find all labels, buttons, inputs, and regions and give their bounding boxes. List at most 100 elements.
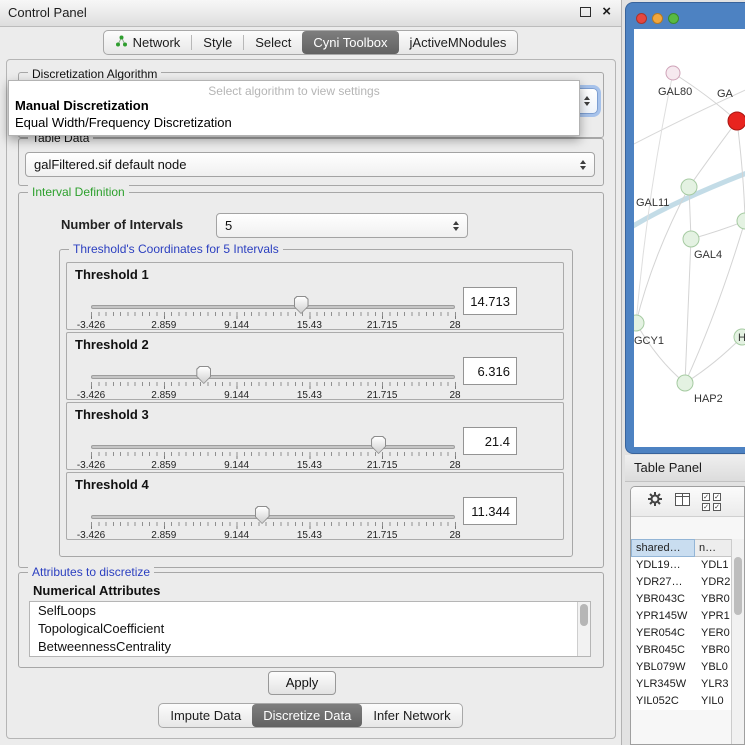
table-data-combobox[interactable]: galFiltered.sif default node xyxy=(25,152,595,177)
cell[interactable]: YBR045C xyxy=(631,642,695,659)
list-item[interactable]: SelfLoops xyxy=(30,602,590,620)
table-panel-toolbar: ✓ ✓ ✓ ✓ xyxy=(631,487,744,517)
tab-impute-data[interactable]: Impute Data xyxy=(159,704,252,727)
slider-track[interactable] xyxy=(91,305,455,309)
tab-discretize-data[interactable]: Discretize Data xyxy=(252,704,362,727)
network-node[interactable] xyxy=(634,315,644,331)
cell[interactable]: YDR27… xyxy=(631,574,695,591)
scrollbar-thumb[interactable] xyxy=(580,604,588,626)
algorithm-dropdown-popup: Select algorithm to view settings Manual… xyxy=(8,80,580,136)
cell[interactable]: YDR2 xyxy=(695,574,733,591)
table-row[interactable]: YER054CYER0 xyxy=(631,625,733,642)
tab-style[interactable]: Style xyxy=(192,31,243,54)
apply-button[interactable]: Apply xyxy=(268,671,336,695)
slider-minor-ticks xyxy=(91,452,456,456)
select-columns-icon[interactable] xyxy=(675,493,690,511)
tab-select[interactable]: Select xyxy=(244,31,302,54)
cell[interactable]: YBR0 xyxy=(695,642,733,659)
tab-infer-network[interactable]: Infer Network xyxy=(362,704,461,727)
node-label: GAL4 xyxy=(694,249,722,261)
cell[interactable]: YER0 xyxy=(695,625,733,642)
cell[interactable]: YPR1 xyxy=(695,608,733,625)
number-of-intervals-combobox[interactable]: 5 xyxy=(216,213,468,238)
scale-label: 21.715 xyxy=(367,460,398,471)
cell[interactable]: YIL052C xyxy=(631,693,695,710)
threshold-3-slider[interactable]: -3.426 2.859 9.144 15.43 21.715 28 xyxy=(91,431,455,469)
cell[interactable]: YBR043C xyxy=(631,591,695,608)
table-header-row: shared… n… xyxy=(631,539,733,557)
slider-track[interactable] xyxy=(91,375,455,379)
network-node-selected[interactable] xyxy=(728,112,745,130)
threshold-1-slider[interactable]: -3.426 2.859 9.144 15.43 21.715 28 xyxy=(91,291,455,329)
checkbox-icon: ✓ xyxy=(713,493,721,501)
table-row[interactable]: YDL19…YDL1 xyxy=(631,557,733,574)
threshold-4-slider[interactable]: -3.426 2.859 9.144 15.43 21.715 28 xyxy=(91,501,455,539)
cell[interactable]: YIL0 xyxy=(695,693,733,710)
slider-thumb[interactable] xyxy=(294,296,309,314)
table-row[interactable]: YBR043CYBR0 xyxy=(631,591,733,608)
dropdown-item-manual-discretization[interactable]: Manual Discretization xyxy=(15,98,149,113)
row-selection-icons[interactable]: ✓ ✓ ✓ ✓ xyxy=(702,493,722,511)
slider-thumb[interactable] xyxy=(196,366,211,384)
cell[interactable]: YBL079W xyxy=(631,659,695,676)
threshold-2-value-field[interactable] xyxy=(463,357,517,385)
interval-definition-group-title: Interval Definition xyxy=(28,185,129,199)
number-of-intervals-label: Number of Intervals xyxy=(61,217,183,232)
numerical-attributes-list[interactable]: SelfLoops TopologicalCoefficient Between… xyxy=(29,601,591,657)
cell[interactable]: YPR145W xyxy=(631,608,695,625)
scale-label: 28 xyxy=(449,390,460,401)
table-row[interactable]: YBL079WYBL0 xyxy=(631,659,733,676)
tab-cyni-toolbox[interactable]: Cyni Toolbox xyxy=(302,31,398,54)
tab-jactivemnodules[interactable]: jActiveMNodules xyxy=(399,31,518,54)
cell[interactable]: YDL19… xyxy=(631,557,695,574)
minimize-window-icon[interactable] xyxy=(652,13,663,24)
cell[interactable]: YLR345W xyxy=(631,676,695,693)
table-row[interactable]: YDR27…YDR2 xyxy=(631,574,733,591)
network-node[interactable] xyxy=(666,66,680,80)
close-window-icon[interactable] xyxy=(636,13,647,24)
network-node[interactable] xyxy=(681,179,697,195)
table-row[interactable]: YPR145WYPR1 xyxy=(631,608,733,625)
window-traffic-lights xyxy=(636,13,679,24)
slider-track[interactable] xyxy=(91,515,455,519)
table-row[interactable]: YLR345WYLR3 xyxy=(631,676,733,693)
close-icon[interactable]: × xyxy=(602,4,611,20)
list-scrollbar[interactable] xyxy=(577,602,590,656)
gear-icon[interactable] xyxy=(647,491,663,512)
float-window-icon[interactable] xyxy=(580,7,591,17)
dropdown-item-equal-width-frequency[interactable]: Equal Width/Frequency Discretization xyxy=(15,115,232,130)
tab-network[interactable]: Network xyxy=(104,31,192,54)
zoom-window-icon[interactable] xyxy=(668,13,679,24)
slider-thumb[interactable] xyxy=(371,436,386,454)
slider-track[interactable] xyxy=(91,445,455,449)
list-item[interactable]: BetweennessCentrality xyxy=(30,638,590,656)
threshold-3-value-field[interactable] xyxy=(463,427,517,455)
cell[interactable]: YER054C xyxy=(631,625,695,642)
interval-definition-group: Interval Definition Number of Intervals … xyxy=(18,192,604,568)
network-canvas[interactable]: GAL80 GA GAL11 GAL4 GCY1 HAP2 H xyxy=(634,29,745,447)
network-node[interactable] xyxy=(683,231,699,247)
list-item[interactable]: TopologicalCoefficient xyxy=(30,620,590,638)
cell[interactable]: YBL0 xyxy=(695,659,733,676)
network-view-window[interactable]: GAL80 GA GAL11 GAL4 GCY1 HAP2 H xyxy=(625,2,745,454)
column-header-shared-name[interactable]: shared… xyxy=(631,539,695,557)
cell[interactable]: YDL1 xyxy=(695,557,733,574)
cell[interactable]: YBR0 xyxy=(695,591,733,608)
network-node[interactable] xyxy=(737,213,745,229)
threshold-4-value-field[interactable] xyxy=(463,497,517,525)
screen: Control Panel × Network Style Select Cyn… xyxy=(0,0,745,745)
scale-label: 21.715 xyxy=(367,390,398,401)
table-row[interactable]: YIL052CYIL0 xyxy=(631,693,733,710)
scrollbar-thumb[interactable] xyxy=(734,557,742,615)
slider-thumb[interactable] xyxy=(255,506,270,524)
column-header-name[interactable]: n… xyxy=(695,539,733,557)
table-row[interactable]: YBR045CYBR0 xyxy=(631,642,733,659)
cell[interactable]: YLR3 xyxy=(695,676,733,693)
table-panel-titlebar[interactable]: Table Panel xyxy=(625,455,745,482)
network-node[interactable] xyxy=(677,375,693,391)
table-scrollbar[interactable] xyxy=(731,539,744,744)
threshold-2-slider[interactable]: -3.426 2.859 9.144 15.43 21.715 28 xyxy=(91,361,455,399)
scale-label: 28 xyxy=(449,460,460,471)
control-panel-titlebar[interactable]: Control Panel × xyxy=(0,0,621,27)
threshold-1-value-field[interactable] xyxy=(463,287,517,315)
